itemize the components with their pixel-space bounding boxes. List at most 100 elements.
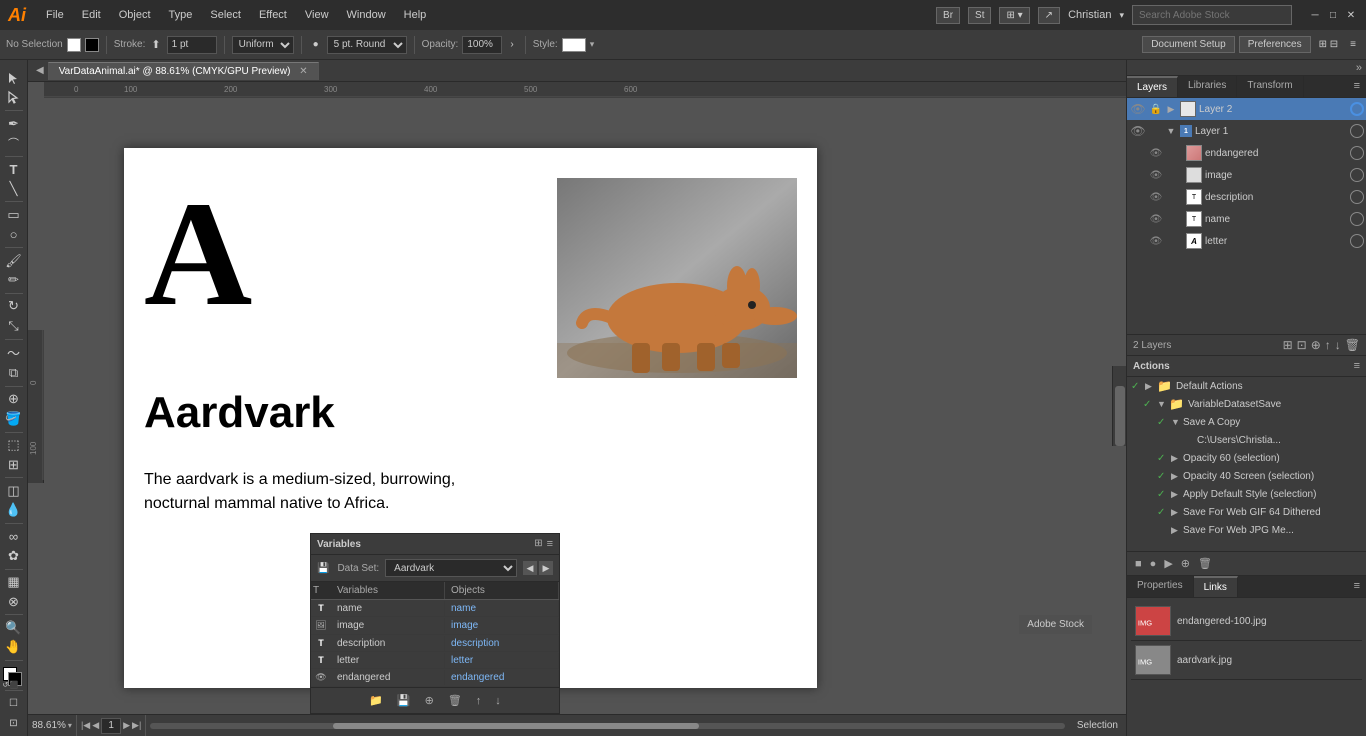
stroke-swatch[interactable] xyxy=(85,38,99,52)
arrange-icons[interactable]: ⊞ ⊟ xyxy=(1315,37,1343,52)
brush-select[interactable]: 5 pt. Round xyxy=(327,36,407,54)
var-row-name[interactable]: T name name xyxy=(311,600,559,617)
dataset-prev-button[interactable]: ◀ xyxy=(523,561,537,575)
menu-edit[interactable]: Edit xyxy=(74,7,109,23)
action-row-path[interactable]: ✓ C:\Users\Christia... xyxy=(1127,431,1366,449)
delete-layer-icon[interactable]: 🗑 xyxy=(1345,338,1360,352)
fill-swatch[interactable] xyxy=(67,38,81,52)
variables-menu-icon[interactable]: ≡ xyxy=(547,538,553,550)
scroll-thumb-v[interactable] xyxy=(1115,386,1125,446)
menu-type[interactable]: Type xyxy=(161,7,201,23)
slice-tool[interactable]: ⊗ xyxy=(3,593,25,610)
collapse-panels-icon[interactable]: » xyxy=(1356,62,1362,74)
action-row-opacity60[interactable]: ✓ ▶ Opacity 60 (selection) xyxy=(1127,449,1366,467)
gradient-tool[interactable]: ◫ xyxy=(3,482,25,499)
selection-tool[interactable] xyxy=(3,69,25,86)
variables-expand-icon[interactable]: ⊞ xyxy=(534,538,542,550)
layer-row-endangered[interactable]: 👁 endangered xyxy=(1127,142,1366,164)
description-visibility-icon[interactable]: 👁 xyxy=(1147,188,1165,206)
var-export-button[interactable]: 💾 xyxy=(393,692,415,709)
stroke-style-select[interactable]: Uniform xyxy=(232,36,294,54)
tab-scroll-left-icon[interactable]: ◀ xyxy=(36,65,44,76)
close-button[interactable]: ✕ xyxy=(1344,8,1358,22)
image-visibility-icon[interactable]: 👁 xyxy=(1147,166,1165,184)
image-target-circle[interactable] xyxy=(1350,168,1364,182)
menu-effect[interactable]: Effect xyxy=(251,7,295,23)
vertical-scrollbar[interactable] xyxy=(1112,366,1126,446)
shape-builder-tool[interactable]: ⊕ xyxy=(3,391,25,408)
endangered-visibility-icon[interactable]: 👁 xyxy=(1147,144,1165,162)
canvas-scroll-area[interactable]: 0 100 A xyxy=(28,98,1126,714)
panel-menu-icon[interactable]: ≡ xyxy=(1346,37,1360,52)
pen-tool[interactable]: ✒ xyxy=(3,115,25,132)
action-expand-save-copy[interactable]: ▼ xyxy=(1171,417,1183,427)
layer2-visibility-icon[interactable]: 👁 xyxy=(1129,100,1147,118)
rect-tool[interactable]: ▭ xyxy=(3,206,25,223)
action-expand-jpg[interactable]: ▶ xyxy=(1171,525,1183,536)
action-expand-opacity40[interactable]: ▶ xyxy=(1171,471,1183,482)
action-expand-default[interactable]: ▶ xyxy=(1145,381,1157,392)
preferences-button[interactable]: Preferences xyxy=(1239,36,1311,53)
name-target-circle[interactable] xyxy=(1350,212,1364,226)
direct-selection-tool[interactable] xyxy=(3,89,25,106)
dataset-select[interactable]: Aardvark xyxy=(385,559,517,577)
curvature-tool[interactable]: ⌒ xyxy=(3,134,25,151)
tab-close-button[interactable]: ✕ xyxy=(299,66,307,77)
collect-into-new-layer-icon[interactable]: ↓ xyxy=(1335,338,1341,352)
draw-inside-mode[interactable]: ⊡ xyxy=(3,715,25,732)
fill-stroke-widget[interactable]: ↺ ⬛ xyxy=(3,667,25,684)
dataset-next-button[interactable]: ▶ xyxy=(539,561,553,575)
bridge-button[interactable]: Br xyxy=(936,7,960,24)
name-visibility-icon[interactable]: 👁 xyxy=(1147,210,1165,228)
action-row-jpg[interactable]: ✓ ▶ Save For Web JPG Me... xyxy=(1127,521,1366,539)
warp-tool[interactable]: 〜 xyxy=(3,343,25,362)
zoom-tool[interactable]: 🔍 xyxy=(3,619,25,636)
tab-links[interactable]: Links xyxy=(1194,576,1238,597)
layer-row-name[interactable]: 👁 T name xyxy=(1127,208,1366,230)
free-transform-tool[interactable]: ⧉ xyxy=(3,364,25,381)
action-row-opacity40[interactable]: ✓ ▶ Opacity 40 Screen (selection) xyxy=(1127,467,1366,485)
share-button[interactable]: ↗ xyxy=(1038,7,1060,24)
action-expand-default-style[interactable]: ▶ xyxy=(1171,489,1183,500)
mesh-tool[interactable]: ⊞ xyxy=(3,456,25,473)
normal-mode[interactable]: ☐ xyxy=(3,695,25,712)
create-new-sublayer-icon[interactable]: ⊡ xyxy=(1297,338,1307,352)
endangered-target-circle[interactable] xyxy=(1350,146,1364,160)
hand-tool[interactable]: 🤚 xyxy=(3,639,25,656)
layer-row-letter[interactable]: 👁 A letter xyxy=(1127,230,1366,252)
menu-select[interactable]: Select xyxy=(202,7,249,23)
layer1-visibility-icon[interactable]: 👁 xyxy=(1129,122,1147,140)
layer1-expand-icon[interactable]: ▼ xyxy=(1165,126,1177,136)
first-page-button[interactable]: |◀ xyxy=(81,720,90,731)
delete-action-button[interactable]: 🗑 xyxy=(1196,555,1214,572)
menu-view[interactable]: View xyxy=(297,7,337,23)
layer2-target-circle[interactable] xyxy=(1350,102,1364,116)
var-delete-button[interactable]: 🗑 xyxy=(444,692,466,709)
var-row-endangered[interactable]: 👁 endangered endangered xyxy=(311,669,559,687)
rotate-tool[interactable]: ↻ xyxy=(3,298,25,315)
link-file-aardvark[interactable]: IMG aardvark.jpg xyxy=(1131,641,1362,680)
var-row-description[interactable]: T description description xyxy=(311,635,559,652)
layer1-target-circle[interactable] xyxy=(1350,124,1364,138)
stock-button[interactable]: St xyxy=(968,7,991,24)
make-clipping-mask-icon[interactable]: ⊞ xyxy=(1283,338,1293,352)
symbol-tool[interactable]: ✿ xyxy=(3,547,25,564)
layer-row-layer1[interactable]: 👁 ▼ 1 Layer 1 xyxy=(1127,120,1366,142)
tab-libraries[interactable]: Libraries xyxy=(1178,76,1237,97)
eyedropper-tool[interactable]: 💧 xyxy=(3,502,25,519)
action-row-gif[interactable]: ✓ ▶ Save For Web GIF 64 Dithered xyxy=(1127,503,1366,521)
scale-tool[interactable]: ⤡ xyxy=(3,317,25,334)
maximize-button[interactable]: □ xyxy=(1326,8,1340,22)
paintbrush-tool[interactable]: 🖌 xyxy=(3,252,25,269)
var-import-button[interactable]: 📁 xyxy=(365,692,387,709)
link-file-endangered[interactable]: IMG endangered-100.jpg xyxy=(1131,602,1362,641)
user-dropdown-icon[interactable]: ▾ xyxy=(1119,10,1124,21)
play-button[interactable]: ▶ xyxy=(1162,555,1174,572)
letter-visibility-icon[interactable]: 👁 xyxy=(1147,232,1165,250)
new-action-button[interactable]: ⊕ xyxy=(1179,555,1192,572)
column-graph-tool[interactable]: ▦ xyxy=(3,573,25,590)
action-expand-gif[interactable]: ▶ xyxy=(1171,507,1183,518)
document-setup-button[interactable]: Document Setup xyxy=(1142,36,1235,53)
action-expand-vardata[interactable]: ▼ xyxy=(1157,399,1169,409)
pencil-tool[interactable]: ✏ xyxy=(3,271,25,288)
